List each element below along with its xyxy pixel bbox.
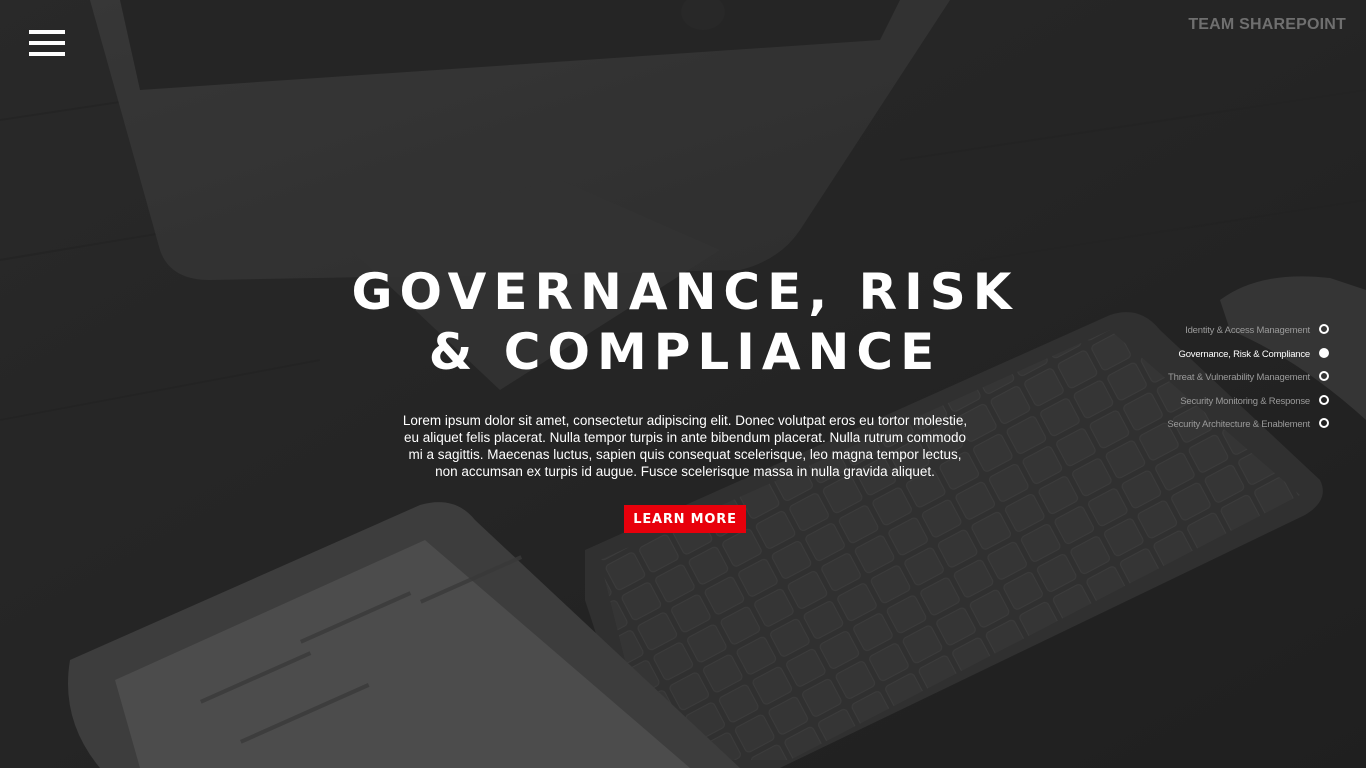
section-nav-item-architecture[interactable]: Security Architecture & Enablement [1088,414,1329,438]
nav-dot-icon[interactable] [1319,418,1329,428]
section-nav-item-threat[interactable]: Threat & Vulnerability Management [1088,367,1329,391]
menu-bar [29,52,65,56]
learn-more-button[interactable]: LEARN MORE [624,505,746,533]
landing-page: TEAM SHAREPOINT GOVERNANCE, RISK & COMPL… [0,0,1366,768]
hero-title-line-2: & COMPLIANCE [428,323,942,381]
section-nav-label: Security Architecture & Enablement [1167,419,1310,430]
section-nav-label: Security Monitoring & Response [1180,395,1310,407]
nav-dot-active-icon[interactable] [1319,347,1329,358]
hero-title: GOVERNANCE, RISK & COMPLIANCE [343,262,1027,382]
nav-dot-icon[interactable] [1319,394,1329,405]
section-nav-label: Identity & Access Management [1185,325,1310,336]
nav-dot-icon[interactable] [1319,324,1329,334]
hamburger-menu-icon[interactable] [29,30,65,58]
nav-dot-icon[interactable] [1319,371,1329,381]
section-nav-item-identity[interactable]: Identity & Access Management [1088,320,1329,344]
menu-bar [29,41,65,45]
menu-bar [29,30,65,34]
section-nav-label: Threat & Vulnerability Management [1168,372,1310,383]
section-nav-label: Governance, Risk & Compliance [1178,348,1311,360]
hero-section: GOVERNANCE, RISK & COMPLIANCE Lorem ipsu… [343,262,1027,533]
hero-description: Lorem ipsum dolor sit amet, consectetur … [402,413,968,479]
hero-title-line-1: GOVERNANCE, RISK [351,263,1019,321]
section-nav: Identity & Access Management Governance,… [1088,320,1329,438]
section-nav-item-monitoring[interactable]: Security Monitoring & Response [1088,391,1329,415]
section-nav-item-governance[interactable]: Governance, Risk & Compliance [1088,344,1329,368]
brand-logo-text[interactable]: TEAM SHAREPOINT [1188,16,1346,34]
